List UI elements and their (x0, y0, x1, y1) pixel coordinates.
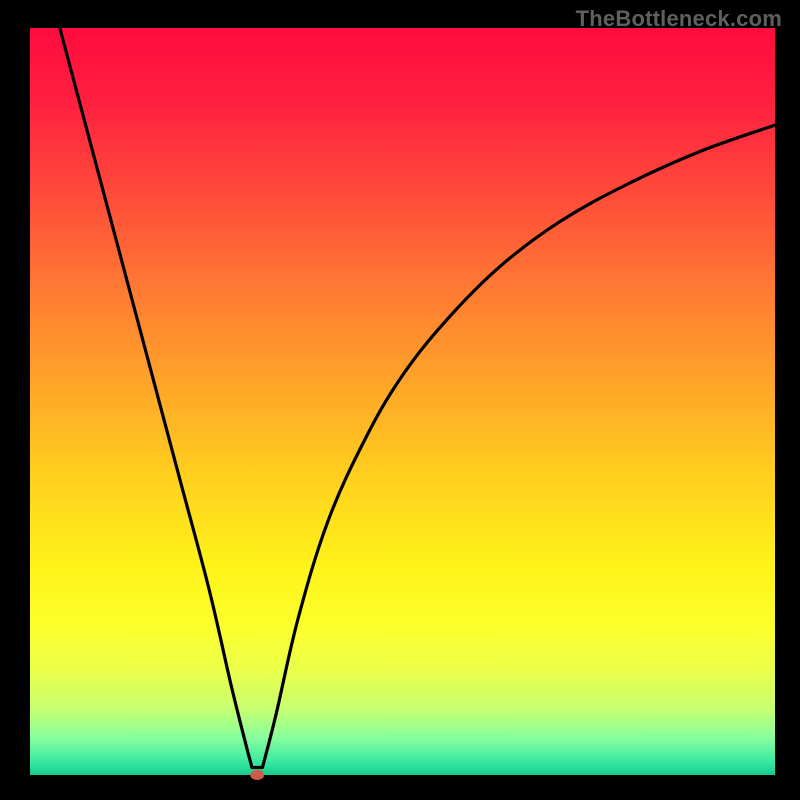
bottleneck-chart (0, 0, 800, 800)
optimal-marker (250, 770, 264, 780)
watermark-text: TheBottleneck.com (576, 6, 782, 32)
plot-area (30, 28, 775, 775)
chart-stage: TheBottleneck.com (0, 0, 800, 800)
